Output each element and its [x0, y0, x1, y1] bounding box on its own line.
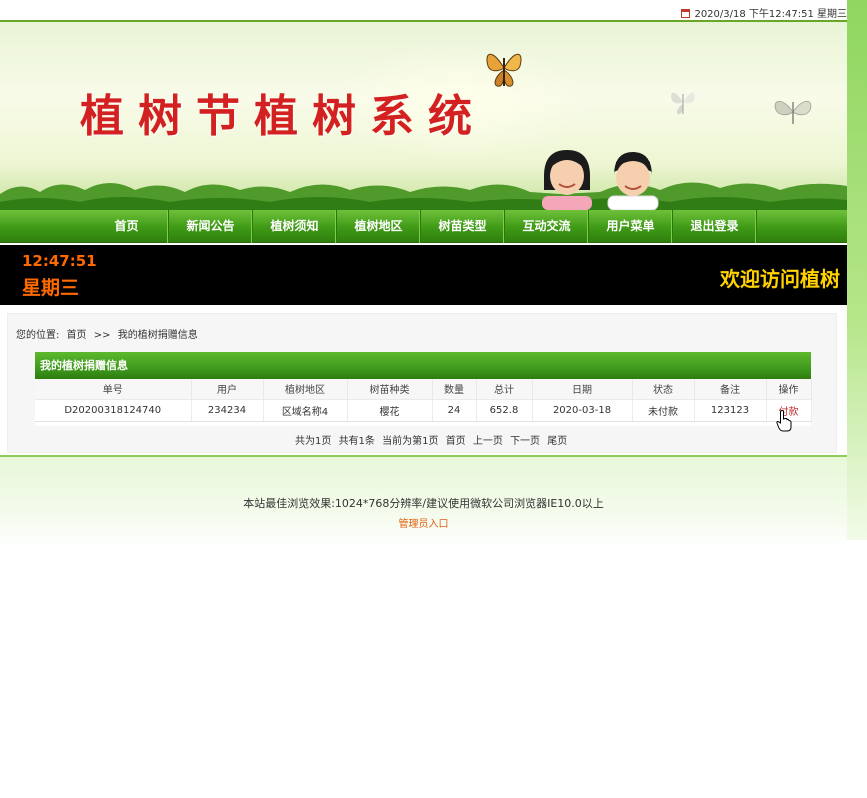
pager-prev[interactable]: 上一页 [473, 436, 503, 447]
nav-item-news[interactable]: 新闻公告 [169, 210, 253, 243]
footer-note: 本站最佳浏览效果:1024*768分辨率/建议使用微软公司浏览器IE10.0以上 [243, 497, 604, 510]
datetime-display: 2020/3/18 下午12:47:51 星期三 [681, 5, 847, 20]
clock-weekday: 星期三 [22, 277, 80, 299]
nav-item-area[interactable]: 植树地区 [337, 210, 421, 243]
nav-item-home[interactable]: 首页 [85, 210, 169, 243]
site-title: 植树节植树系统 [80, 91, 486, 142]
column-header: 备注 [694, 379, 767, 400]
nav-item-guide[interactable]: 植树须知 [253, 210, 337, 243]
footer: 本站最佳浏览效果:1024*768分辨率/建议使用微软公司浏览器IE10.0以上… [0, 455, 847, 550]
welcome-marquee: 欢迎访问植树 [720, 267, 840, 291]
panel-title: 我的植树捐赠信息 [35, 352, 811, 379]
cell-tree: 樱花 [347, 399, 433, 422]
clock-bar: 12:47:51 星期三 欢迎访问植树 [0, 245, 847, 305]
cell-date: 2020-03-18 [532, 399, 633, 422]
cell-total: 652.8 [476, 399, 533, 422]
top-bar: 2020/3/18 下午12:47:51 星期三 [0, 0, 847, 22]
breadcrumb-home[interactable]: 首页 [67, 330, 87, 341]
cell-order-no: D20200318124740 [35, 399, 192, 422]
datetime-text: 2020/3/18 下午12:47:51 星期三 [694, 9, 847, 20]
breadcrumb-separator: >> [93, 330, 111, 341]
cell-status: 未付款 [632, 399, 695, 422]
table-row: D20200318124740 234234 区域名称4 樱花 24 652.8… [35, 399, 812, 422]
breadcrumb-current: 我的植树捐赠信息 [117, 330, 198, 341]
nav-item-user-menu[interactable]: 用户菜单 [589, 210, 673, 243]
cell-remark: 123123 [694, 399, 767, 422]
hand-cursor-icon [776, 410, 792, 432]
pager-last[interactable]: 尾页 [547, 436, 567, 447]
breadcrumb: 您的位置: 首页 >> 我的植树捐赠信息 [16, 326, 202, 341]
cell-user: 234234 [191, 399, 264, 422]
pager-next[interactable]: 下一页 [510, 436, 540, 447]
boy-illustration [607, 152, 659, 210]
tree-line-illustration [0, 182, 847, 210]
cell-qty: 24 [432, 399, 477, 422]
right-decor-strip [847, 0, 867, 540]
donation-table: 单号 用户 植树地区 树苗种类 数量 总计 日期 状态 备注 操作 D20200… [35, 379, 812, 422]
clock-time: 12:47:51 [22, 252, 97, 270]
column-header: 总计 [476, 379, 533, 400]
column-header: 树苗种类 [347, 379, 433, 400]
column-header: 单号 [35, 379, 192, 400]
pager-total-pages: 共为1页 [295, 436, 332, 447]
butterfly-icon [774, 100, 812, 124]
calendar-icon [681, 9, 691, 18]
nav-item-logout[interactable]: 退出登录 [673, 210, 757, 243]
butterfly-icon [486, 53, 522, 87]
column-header: 用户 [191, 379, 264, 400]
column-header: 操作 [766, 379, 812, 400]
column-header: 日期 [532, 379, 633, 400]
pager-total-items: 共有1条 [338, 436, 375, 447]
breadcrumb-prefix: 您的位置: [16, 330, 60, 341]
donation-panel: 我的植树捐赠信息 单号 用户 植树地区 树苗种类 数量 总计 日期 状态 备注 … [35, 352, 812, 426]
main-nav: 首页 新闻公告 植树须知 植树地区 树苗类型 互动交流 用户菜单 退出登录 [0, 210, 847, 243]
table-header-row: 单号 用户 植树地区 树苗种类 数量 总计 日期 状态 备注 操作 [35, 379, 812, 400]
pagination: 共为1页 共有1条 当前为第1页 首页 上一页 下一页 尾页 [295, 432, 571, 447]
main-content: 您的位置: 首页 >> 我的植树捐赠信息 我的植树捐赠信息 单号 用户 植树地区… [7, 313, 837, 453]
pager-current: 当前为第1页 [382, 436, 439, 447]
cell-area: 区域名称4 [263, 399, 348, 422]
pager-first[interactable]: 首页 [446, 436, 466, 447]
header-banner: 植树节植树系统 [0, 22, 847, 210]
nav-item-forum[interactable]: 互动交流 [505, 210, 589, 243]
column-header: 数量 [432, 379, 477, 400]
column-header: 状态 [632, 379, 695, 400]
column-header: 植树地区 [263, 379, 348, 400]
girl-illustration [542, 150, 592, 210]
nav-item-sapling-type[interactable]: 树苗类型 [421, 210, 505, 243]
butterfly-icon [671, 92, 695, 115]
admin-entry-link[interactable]: 管理员入口 [0, 515, 847, 530]
